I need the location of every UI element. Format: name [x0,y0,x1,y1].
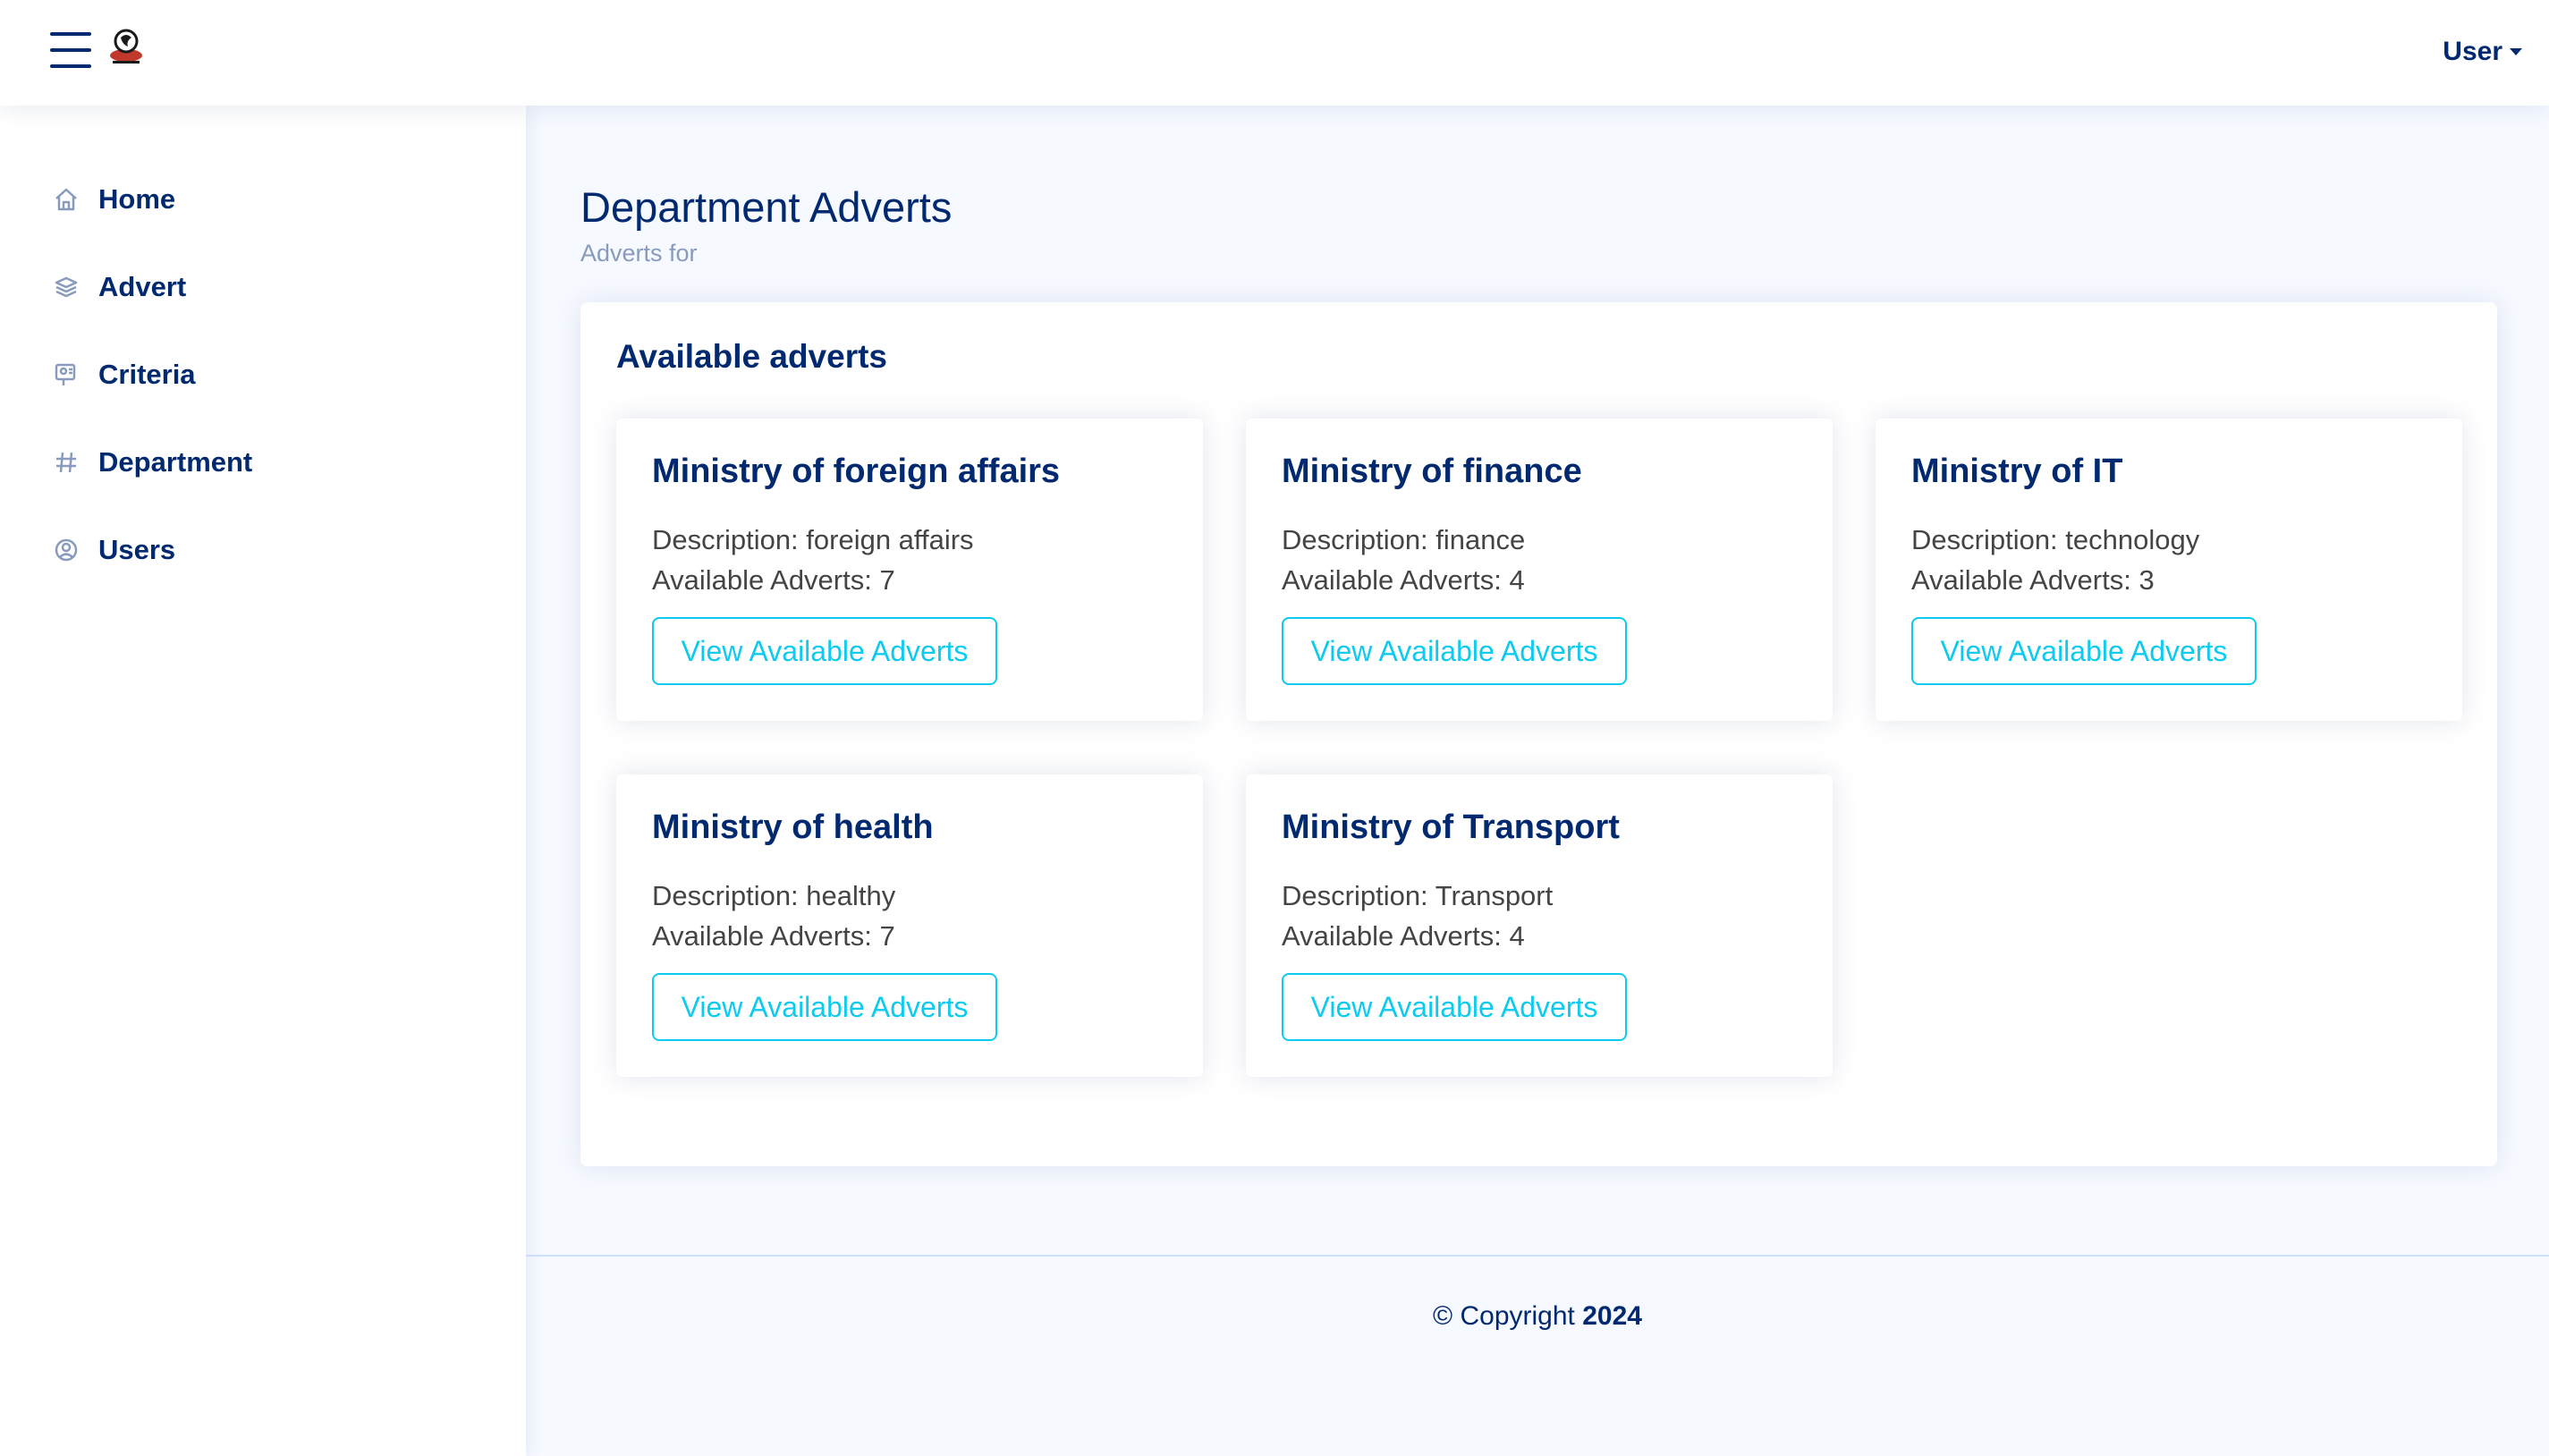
page-subtitle: Adverts for [580,240,698,267]
adverts-panel: Available adverts Ministry of foreign af… [580,302,2497,1166]
department-name: Ministry of IT [1911,453,2123,490]
sidebar-item-department[interactable]: Department [0,419,526,506]
person-badge-icon [52,360,80,389]
sidebar-item-label: Users [98,534,176,565]
department-name: Ministry of finance [1282,453,1582,490]
hamburger-menu-icon[interactable] [50,32,91,68]
department-name: Ministry of foreign affairs [652,453,1061,490]
panel-title: Available adverts [616,338,888,375]
view-adverts-button[interactable]: View Available Adverts [652,617,997,685]
sidebar-item-criteria[interactable]: Criteria [0,331,526,419]
view-adverts-button[interactable]: View Available Adverts [1282,973,1627,1041]
sidebar-item-label: Criteria [98,359,196,390]
department-advert-count: Available Adverts: 7 [652,564,895,596]
view-adverts-button[interactable]: View Available Adverts [1282,617,1627,685]
user-dropdown[interactable]: User [2443,36,2522,68]
menu-bar [50,64,91,68]
department-card: Ministry of IT Description: technology A… [1876,419,2462,721]
top-header: User [0,0,2549,106]
department-card: Ministry of foreign affairs Description:… [616,419,1203,721]
department-name: Ministry of Transport [1282,808,1620,846]
department-description: Description: technology [1911,524,2200,555]
department-advert-count: Available Adverts: 7 [652,920,895,952]
department-card: Ministry of finance Description: finance… [1246,419,1833,721]
home-icon [52,185,80,214]
view-adverts-button[interactable]: View Available Adverts [1911,617,2257,685]
sidebar-item-advert[interactable]: Advert [0,243,526,331]
person-circle-icon [52,536,80,564]
department-advert-count: Available Adverts: 3 [1911,564,2155,596]
department-card: Ministry of Transport Description: Trans… [1246,775,1833,1077]
main-content: Department Adverts Adverts for Available… [526,106,2549,1456]
department-description: Description: healthy [652,880,896,911]
app-logo[interactable] [106,25,147,66]
sidebar-item-home[interactable]: Home [0,156,526,243]
layers-icon [52,273,80,301]
copyright-text: © Copyright 2024 [526,1301,2549,1332]
hash-icon [52,448,80,477]
copyright-year: 2024 [1582,1301,1642,1331]
caret-down-icon [2510,48,2522,55]
department-description: Description: foreign affairs [652,524,974,555]
sidebar: Home Advert Criteria Department Users [0,106,526,1456]
menu-bar [50,48,91,52]
footer: © Copyright 2024 [526,1255,2549,1456]
department-description: Description: Transport [1282,880,1554,911]
department-advert-count: Available Adverts: 4 [1282,564,1525,596]
department-card: Ministry of health Description: healthy … [616,775,1203,1077]
copyright-prefix: © Copyright [1433,1301,1583,1331]
menu-bar [50,32,91,36]
department-description: Description: finance [1282,524,1526,555]
sidebar-item-users[interactable]: Users [0,506,526,594]
user-label: User [2443,37,2502,66]
sidebar-item-label: Department [98,446,253,478]
sidebar-item-label: Advert [98,271,187,302]
sidebar-item-label: Home [98,183,176,215]
page-title: Department Adverts [580,183,953,231]
department-name: Ministry of health [652,808,934,846]
department-advert-count: Available Adverts: 4 [1282,920,1525,952]
view-adverts-button[interactable]: View Available Adverts [652,973,997,1041]
